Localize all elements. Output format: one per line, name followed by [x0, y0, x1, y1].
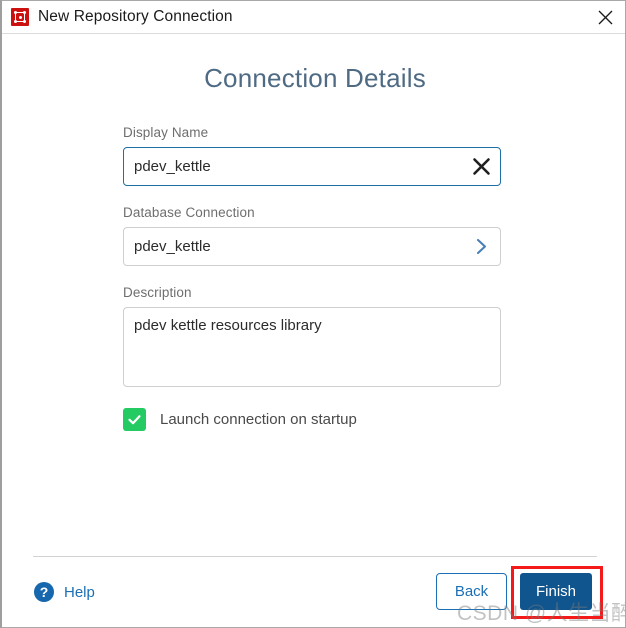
field-database-connection: Database Connection pdev_kettle — [123, 205, 501, 266]
description-value: pdev kettle resources library — [134, 317, 322, 334]
close-icon — [598, 10, 612, 24]
finish-button[interactable]: Finish — [520, 573, 592, 610]
help-circle-icon: ? — [34, 582, 54, 602]
clear-icon — [472, 158, 490, 175]
launch-on-startup-checkbox[interactable] — [123, 408, 146, 431]
database-connection-value: pdev_kettle — [134, 238, 211, 255]
launch-on-startup-label: Launch connection on startup — [160, 411, 357, 428]
database-connection-select[interactable]: pdev_kettle — [123, 227, 501, 266]
page-title: Connection Details — [204, 63, 426, 93]
check-icon — [128, 415, 141, 425]
back-button[interactable]: Back — [436, 573, 507, 610]
new-repository-connection-dialog: New Repository Connection Connection Det… — [0, 0, 626, 628]
help-label: Help — [64, 583, 95, 601]
description-textarea[interactable]: pdev kettle resources library — [123, 307, 501, 387]
pentaho-kettle-icon — [11, 8, 29, 26]
title-bar: New Repository Connection — [2, 1, 625, 34]
launch-on-startup-row[interactable]: Launch connection on startup — [123, 408, 357, 431]
field-display-name: Display Name pdev_kettle — [123, 125, 501, 186]
svg-text:?: ? — [40, 584, 49, 600]
description-label: Description — [123, 285, 192, 300]
close-button[interactable] — [582, 1, 625, 33]
clear-display-name-button[interactable] — [462, 148, 500, 185]
chevron-right-icon — [476, 238, 486, 255]
database-connection-label: Database Connection — [123, 205, 255, 220]
window-title: New Repository Connection — [38, 8, 233, 25]
connection-details-form: Display Name pdev_kettle Database Connec… — [123, 125, 501, 406]
display-name-input[interactable]: pdev_kettle — [123, 147, 501, 186]
display-name-label: Display Name — [123, 125, 209, 140]
footer-divider — [33, 556, 597, 557]
display-name-value: pdev_kettle — [134, 158, 211, 175]
database-connection-expand-button[interactable] — [462, 228, 500, 265]
field-description: Description pdev kettle resources librar… — [123, 285, 501, 387]
help-link[interactable]: ? Help — [33, 581, 95, 603]
